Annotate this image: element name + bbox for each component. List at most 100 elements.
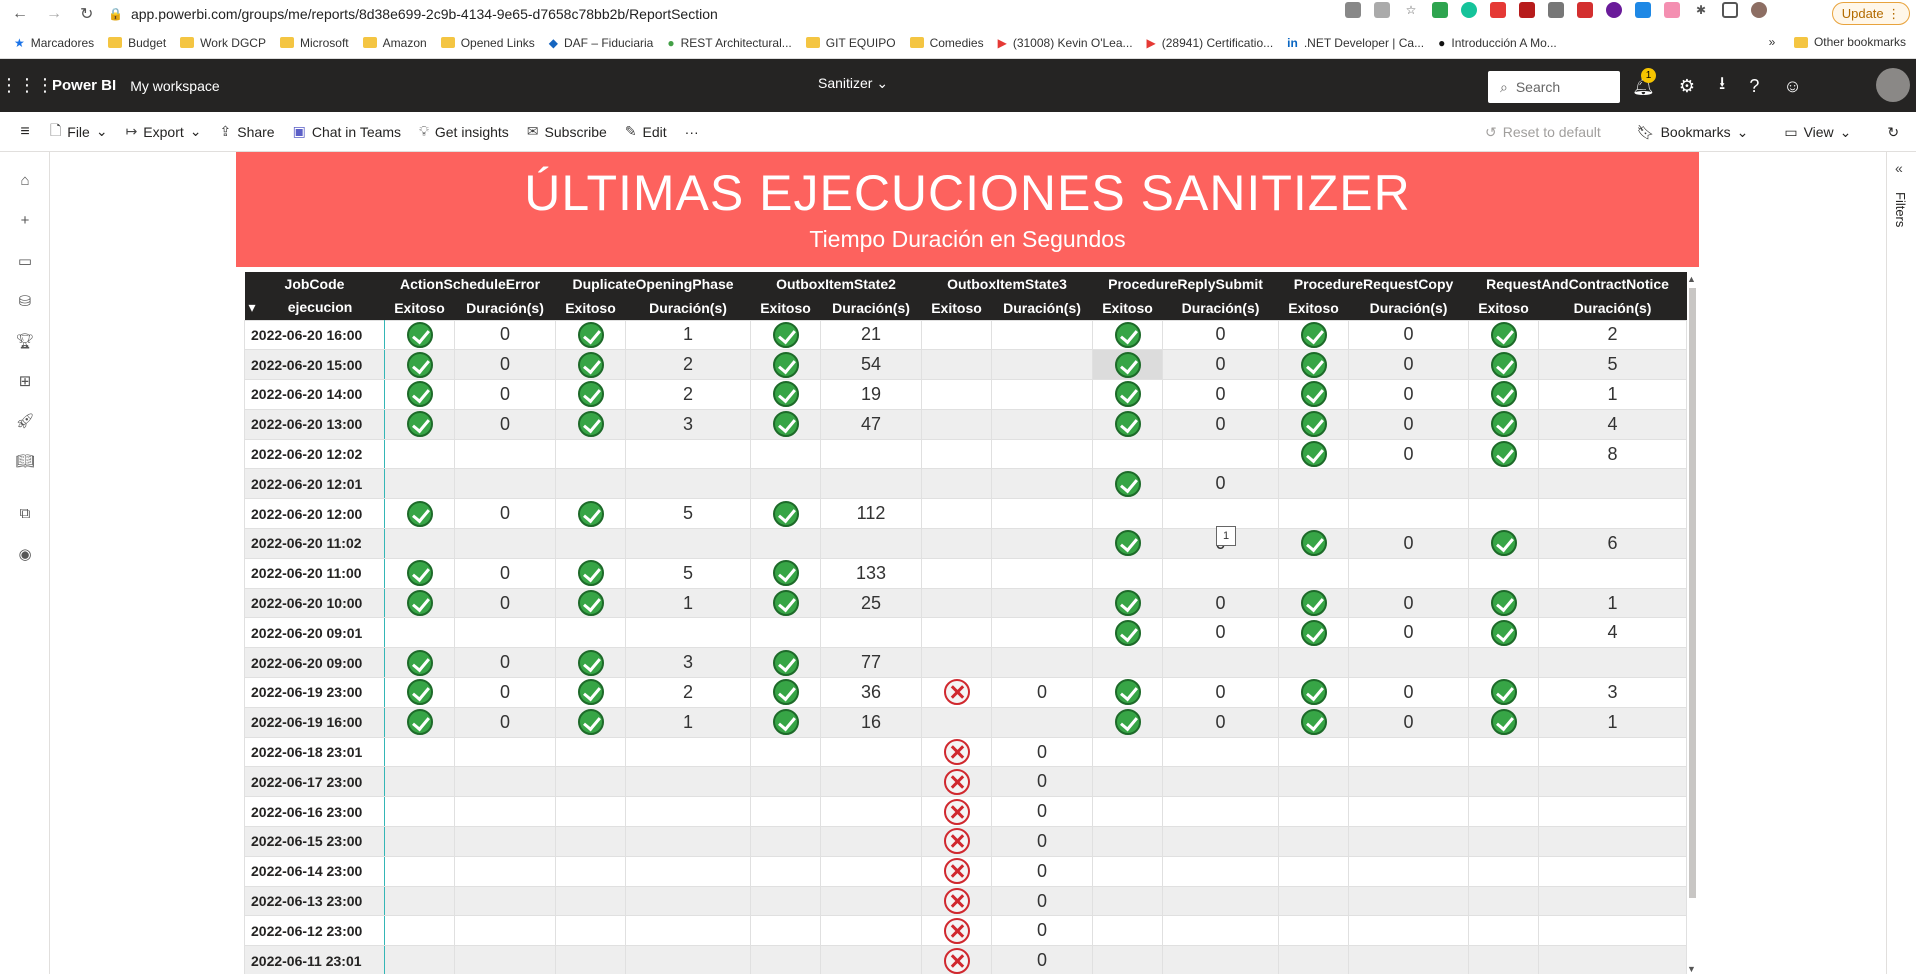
execution-date-cell[interactable]: 2022-06-13 23:00 bbox=[244, 885, 385, 917]
hamburger-icon[interactable]: ≡ bbox=[0, 123, 50, 141]
duration-cell[interactable] bbox=[1162, 796, 1280, 828]
duration-cell[interactable] bbox=[454, 736, 556, 768]
duration-cell[interactable]: 0 bbox=[1348, 349, 1470, 381]
duration-cell[interactable]: 0 bbox=[454, 587, 556, 619]
duration-cell[interactable] bbox=[624, 885, 752, 917]
status-cell[interactable] bbox=[384, 587, 455, 619]
duration-cell[interactable]: 21 bbox=[820, 319, 923, 351]
translate-icon[interactable] bbox=[1345, 2, 1361, 18]
duration-cell[interactable] bbox=[1162, 498, 1280, 530]
execution-date-cell[interactable]: 2022-06-20 09:01 bbox=[244, 617, 385, 649]
duration-cell[interactable] bbox=[1162, 438, 1280, 470]
table-row[interactable]: 2022-06-20 15:00 0 2 54 0 0 5 bbox=[244, 349, 1688, 381]
duration-cell[interactable] bbox=[624, 617, 752, 649]
bookmark-youtube-1[interactable]: ▶ (31008) Kevin O'Lea... bbox=[998, 36, 1133, 50]
duration-cell[interactable]: 25 bbox=[820, 587, 923, 619]
sidepanel-icon[interactable] bbox=[1722, 2, 1738, 18]
status-cell[interactable] bbox=[1278, 617, 1350, 649]
duration-cell[interactable]: 0 bbox=[1162, 468, 1280, 500]
duration-cell[interactable] bbox=[820, 915, 923, 947]
status-cell[interactable] bbox=[750, 587, 822, 619]
duration-cell[interactable] bbox=[1162, 855, 1280, 887]
status-cell[interactable] bbox=[555, 706, 626, 738]
status-cell[interactable] bbox=[1092, 468, 1164, 500]
status-cell[interactable] bbox=[1468, 796, 1540, 828]
exitoso-column-header[interactable]: Exitoso bbox=[750, 296, 821, 320]
status-cell[interactable] bbox=[1468, 826, 1540, 857]
table-row[interactable]: 2022-06-14 23:00 0 bbox=[244, 855, 1688, 887]
duration-cell[interactable] bbox=[820, 855, 923, 887]
duracion-column-header[interactable]: Duración(s) bbox=[991, 296, 1093, 320]
duration-cell[interactable] bbox=[624, 826, 752, 857]
table-scrollbar[interactable]: ▲ ▼ bbox=[1687, 274, 1697, 974]
browse-folder-icon[interactable]: ▭ bbox=[15, 252, 35, 272]
duration-cell[interactable] bbox=[820, 736, 923, 768]
status-cell[interactable] bbox=[1278, 587, 1350, 619]
duration-cell[interactable]: 0 bbox=[1162, 587, 1280, 619]
duration-cell[interactable]: 0 bbox=[454, 498, 556, 530]
row-header-ejecucion[interactable]: ▾ ejecucion bbox=[244, 296, 385, 320]
duration-cell[interactable] bbox=[1538, 766, 1688, 798]
duration-cell[interactable] bbox=[991, 349, 1094, 381]
status-cell[interactable] bbox=[750, 319, 822, 351]
duration-cell[interactable] bbox=[454, 945, 556, 974]
duracion-column-header[interactable]: Duración(s) bbox=[454, 296, 556, 320]
extension-icon[interactable] bbox=[1519, 2, 1535, 18]
duration-cell[interactable]: 0 bbox=[454, 557, 556, 589]
status-cell[interactable] bbox=[1278, 408, 1350, 440]
duration-cell[interactable] bbox=[1538, 557, 1688, 589]
table-row[interactable]: 2022-06-19 16:00 0 1 16 0 0 1 bbox=[244, 706, 1688, 738]
table-row[interactable]: 2022-06-20 09:00 0 3 77 bbox=[244, 647, 1688, 679]
status-cell[interactable] bbox=[384, 647, 455, 679]
duration-cell[interactable]: 0 bbox=[1348, 408, 1470, 440]
download-icon[interactable]: ⭳ bbox=[1719, 71, 1725, 101]
duration-cell[interactable] bbox=[1348, 855, 1470, 887]
duration-cell[interactable] bbox=[991, 647, 1094, 679]
duration-cell[interactable]: 0 bbox=[1162, 677, 1280, 708]
status-cell[interactable] bbox=[1278, 766, 1350, 798]
status-cell[interactable] bbox=[555, 528, 626, 559]
status-cell[interactable] bbox=[1468, 647, 1540, 679]
status-cell[interactable] bbox=[750, 468, 822, 500]
duration-cell[interactable]: 2 bbox=[1538, 319, 1688, 351]
status-cell[interactable] bbox=[1278, 706, 1350, 738]
status-cell[interactable] bbox=[921, 915, 993, 947]
feedback-smiley-icon[interactable]: ☺ bbox=[1783, 76, 1801, 97]
status-cell[interactable] bbox=[1278, 736, 1350, 768]
duration-cell[interactable] bbox=[991, 379, 1094, 410]
bookmark-budget[interactable]: Budget bbox=[108, 36, 166, 50]
status-cell[interactable] bbox=[750, 826, 822, 857]
status-cell[interactable] bbox=[384, 438, 455, 470]
execution-date-cell[interactable]: 2022-06-20 12:02 bbox=[244, 438, 385, 470]
duration-cell[interactable]: 0 bbox=[1348, 677, 1470, 708]
duration-cell[interactable]: 2 bbox=[624, 349, 752, 381]
duration-cell[interactable] bbox=[1348, 647, 1470, 679]
execution-date-cell[interactable]: 2022-06-20 11:02 bbox=[244, 528, 385, 559]
duration-cell[interactable]: 0 bbox=[991, 766, 1094, 798]
status-cell[interactable] bbox=[921, 677, 993, 708]
duration-cell[interactable] bbox=[991, 468, 1094, 500]
bookmark-marcadores[interactable]: ★ Marcadores bbox=[14, 36, 94, 50]
bookmark-introduccion[interactable]: ● Introducción A Mo... bbox=[1438, 36, 1557, 50]
duration-cell[interactable] bbox=[820, 826, 923, 857]
status-cell[interactable] bbox=[1278, 379, 1350, 410]
duration-cell[interactable]: 0 bbox=[1348, 528, 1470, 559]
status-cell[interactable] bbox=[1468, 528, 1540, 559]
sort-descending-icon[interactable]: ▾ bbox=[245, 299, 256, 316]
chat-in-teams-button[interactable]: ▣ Chat in Teams bbox=[293, 123, 401, 140]
status-cell[interactable] bbox=[921, 528, 993, 559]
duration-cell[interactable]: 1 bbox=[624, 706, 752, 738]
duration-cell[interactable]: 0 bbox=[991, 885, 1094, 917]
status-cell[interactable] bbox=[750, 349, 822, 381]
table-row[interactable]: 2022-06-11 23:01 0 bbox=[244, 945, 1688, 974]
status-cell[interactable] bbox=[555, 498, 626, 530]
duration-cell[interactable]: 6 bbox=[1538, 528, 1688, 559]
table-row[interactable]: 2022-06-20 10:00 0 1 25 0 0 1 bbox=[244, 587, 1688, 619]
column-group-header[interactable]: ActionScheduleError bbox=[384, 272, 556, 296]
duration-cell[interactable]: 4 bbox=[1538, 408, 1688, 440]
bookmark-work-dgcp[interactable]: Work DGCP bbox=[180, 36, 266, 50]
duration-cell[interactable] bbox=[1162, 826, 1280, 857]
status-cell[interactable] bbox=[921, 796, 993, 828]
status-cell[interactable] bbox=[1092, 647, 1164, 679]
apps-icon[interactable]: ⊞ bbox=[15, 372, 35, 392]
